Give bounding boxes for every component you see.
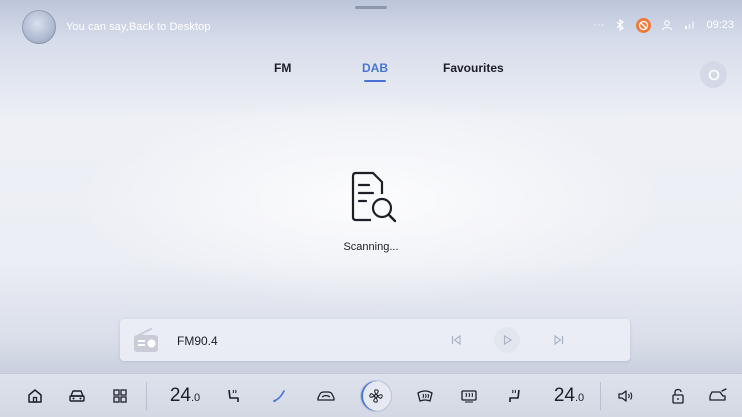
radio-icon bbox=[134, 328, 158, 352]
skip-next-icon bbox=[554, 334, 564, 346]
status-bar: You can say,Back to Desktop ··· 09:23 bbox=[0, 0, 742, 46]
bluetooth-icon bbox=[613, 18, 627, 32]
vehicle-button[interactable] bbox=[64, 374, 90, 417]
car-icon bbox=[69, 390, 85, 402]
air-circulation-button[interactable] bbox=[312, 374, 340, 417]
document-search-icon bbox=[351, 171, 397, 223]
home-button[interactable] bbox=[22, 374, 48, 417]
fan-speed-button[interactable] bbox=[358, 374, 394, 417]
mini-player[interactable]: FM90.4 bbox=[120, 319, 630, 361]
seat-heat-left-icon bbox=[228, 389, 239, 402]
driver-temp-value: 24 bbox=[169, 385, 191, 406]
play-icon bbox=[503, 335, 513, 345]
car-settings-icon bbox=[709, 388, 727, 401]
front-defrost-icon bbox=[417, 390, 433, 402]
driver-seat-heat-button[interactable] bbox=[220, 374, 246, 417]
wiper-button[interactable] bbox=[266, 374, 292, 417]
volume-icon bbox=[618, 390, 633, 402]
wiper-icon bbox=[273, 390, 285, 403]
passenger-seat-heat-button[interactable] bbox=[502, 374, 528, 417]
user-profile-icon bbox=[660, 18, 674, 32]
passenger-temp-decimal: .0 bbox=[574, 392, 585, 404]
tab-dab[interactable]: DAB bbox=[362, 61, 388, 75]
front-defrost-button[interactable] bbox=[412, 374, 438, 417]
station-frequency: FM90.4 bbox=[177, 334, 218, 348]
passenger-temperature[interactable]: 24.0 bbox=[546, 374, 592, 417]
driver-temperature[interactable]: 24.0 bbox=[162, 374, 208, 417]
clock: 09:23 bbox=[706, 19, 734, 31]
home-icon bbox=[28, 389, 42, 403]
tab-fm[interactable]: FM bbox=[274, 61, 291, 75]
dock-divider bbox=[600, 382, 601, 410]
apps-grid-icon bbox=[113, 389, 127, 403]
no-signal-warning-icon bbox=[636, 17, 652, 33]
voice-hint-text: You can say,Back to Desktop bbox=[66, 21, 211, 33]
volume-button[interactable] bbox=[612, 374, 640, 417]
dock-divider bbox=[146, 382, 147, 410]
search-button[interactable] bbox=[700, 61, 727, 88]
radio-screen: You can say,Back to Desktop ··· 09:23 FM… bbox=[0, 0, 742, 417]
bottom-dock: 24.0 24.0 bbox=[0, 373, 742, 417]
skip-previous-icon bbox=[451, 334, 461, 346]
play-button[interactable] bbox=[494, 327, 520, 353]
source-tabs: FM DAB Favourites bbox=[0, 61, 742, 85]
door-lock-button[interactable] bbox=[665, 374, 691, 417]
seat-heat-right-icon bbox=[509, 389, 520, 402]
vehicle-settings-button[interactable] bbox=[704, 374, 732, 417]
car-ventilation-icon bbox=[317, 391, 335, 401]
status-icons: ··· 09:23 bbox=[593, 16, 734, 34]
rear-defrost-icon bbox=[461, 390, 477, 403]
voice-assistant-orb[interactable] bbox=[22, 10, 56, 44]
scanning-status: Scanning... bbox=[343, 241, 399, 253]
passenger-temp-value: 24 bbox=[553, 385, 575, 406]
previous-button[interactable] bbox=[445, 329, 467, 351]
driver-temp-decimal: .0 bbox=[190, 392, 201, 404]
tab-favourites[interactable]: Favourites bbox=[443, 61, 504, 75]
fan-icon bbox=[369, 389, 383, 403]
more-icon[interactable]: ··· bbox=[593, 19, 604, 31]
search-icon bbox=[708, 69, 719, 80]
unlock-icon bbox=[672, 388, 684, 404]
pull-down-handle[interactable] bbox=[355, 6, 387, 9]
active-tab-indicator bbox=[364, 80, 386, 82]
signal-icon bbox=[683, 18, 697, 32]
apps-button[interactable] bbox=[107, 374, 133, 417]
next-button[interactable] bbox=[548, 329, 570, 351]
rear-defrost-button[interactable] bbox=[456, 374, 482, 417]
